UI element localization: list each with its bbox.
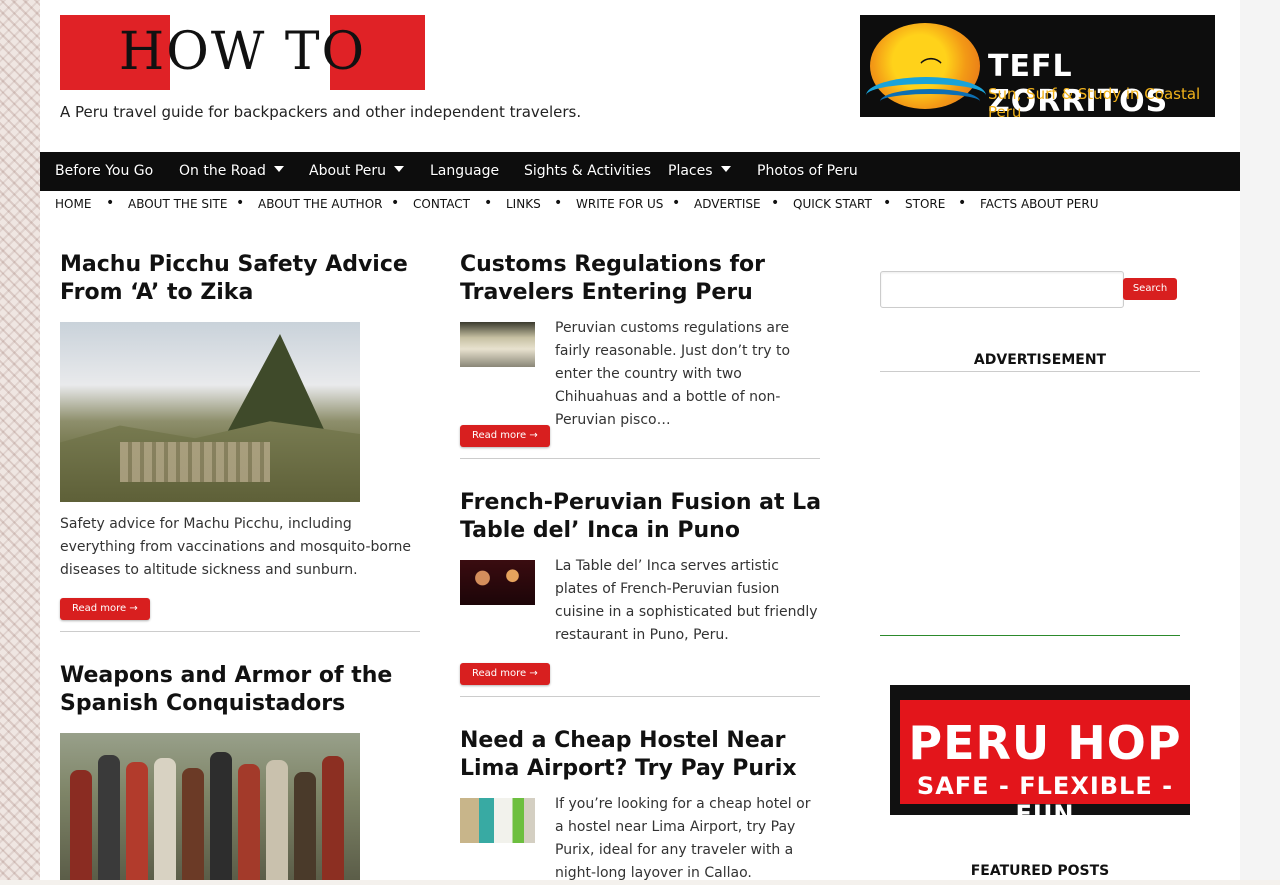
peru-hop-subtitle: SAFE - FLEXIBLE - FUN [916, 772, 1174, 815]
main-navigation: Before You Go On the Road About Peru Lan… [40, 152, 1240, 191]
secondary-navigation: HOME • ABOUT THE SITE • ABOUT THE AUTHOR… [55, 195, 1099, 211]
subnav-facts-about-peru[interactable]: FACTS ABOUT PERU [980, 197, 1098, 211]
nav-before-you-go[interactable]: Before You Go [55, 152, 153, 191]
chevron-down-icon [720, 166, 731, 172]
airport-thumbnail[interactable] [460, 322, 535, 367]
advertisement-heading: ADVERTISEMENT [973, 352, 1107, 368]
read-more-button[interactable]: Read more → [460, 425, 550, 447]
subnav-home[interactable]: HOME [55, 197, 91, 211]
search-input[interactable] [880, 271, 1124, 308]
subnav-write-for-us[interactable]: WRITE FOR US [576, 197, 663, 211]
read-more-button[interactable]: Read more → [60, 598, 150, 620]
subnav-quick-start[interactable]: QUICK START [793, 197, 872, 211]
post-title[interactable]: Need a Cheap Hostel Near Lima Airport? T… [460, 727, 840, 783]
restaurant-thumbnail[interactable] [460, 560, 535, 605]
subnav-about-the-site[interactable]: ABOUT THE SITE [128, 197, 227, 211]
post-excerpt: Safety advice for Machu Picchu, includin… [60, 516, 411, 578]
peru-hop-ad[interactable]: PERU HOP SAFE - FLEXIBLE - FUN [890, 685, 1190, 815]
nav-sights-activities[interactable]: Sights & Activities [524, 152, 651, 191]
read-more-button[interactable]: Read more → [460, 663, 550, 685]
post-title[interactable]: Customs Regulations for Travelers Enteri… [460, 251, 840, 307]
post-title[interactable]: Machu Picchu Safety Advice From ‘A’ to Z… [60, 251, 430, 307]
chevron-down-icon [394, 166, 405, 172]
post-excerpt: Peruvian customs regulations are fairly … [555, 320, 791, 428]
subnav-advertise[interactable]: ADVERTISE [694, 197, 761, 211]
hostel-thumbnail[interactable] [460, 798, 535, 843]
subnav-contact[interactable]: CONTACT [413, 197, 470, 211]
subnav-links[interactable]: LINKS [506, 197, 541, 211]
tefl-zorritos-ad[interactable]: ︵ TEFL ZORRITOS Sun, Surf & Study in Coa… [860, 15, 1215, 117]
nav-about-peru[interactable]: About Peru [309, 152, 405, 191]
site-tagline: A Peru travel guide for backpackers and … [60, 103, 582, 121]
left-decorative-pattern [0, 0, 40, 880]
post-title[interactable]: French-Peruvian Fusion at La Table del’ … [460, 489, 840, 545]
search-button[interactable]: Search [1123, 278, 1177, 300]
post-title[interactable]: Weapons and Armor of the Spanish Conquis… [60, 662, 430, 718]
site-logo[interactable]: HOW TO PERU [60, 15, 425, 90]
chevron-down-icon [273, 166, 284, 172]
subnav-store[interactable]: STORE [905, 197, 945, 211]
nav-places[interactable]: Places [668, 152, 731, 191]
post-excerpt: La Table del’ Inca serves artistic plate… [555, 558, 818, 643]
nav-photos-of-peru[interactable]: Photos of Peru [757, 152, 858, 191]
nav-language[interactable]: Language [430, 152, 499, 191]
post-excerpt: If you’re looking for a cheap hotel or a… [555, 796, 811, 881]
subnav-about-the-author[interactable]: ABOUT THE AUTHOR [258, 197, 382, 211]
machu-picchu-image[interactable] [60, 322, 360, 502]
nav-on-the-road[interactable]: On the Road [179, 152, 284, 191]
site-logo-text: HOW TO PERU [118, 22, 367, 82]
right-background [1240, 0, 1280, 880]
page: HOW TO PERU A Peru travel guide for back… [40, 0, 1240, 881]
bird-icon: ︵ [920, 43, 943, 68]
conquistadors-painting-image[interactable] [60, 733, 360, 880]
peru-hop-title: PERU HOP [908, 716, 1182, 770]
ad-subtitle: Sun, Surf & Study in Coastal Peru [988, 85, 1201, 117]
featured-posts-heading: FEATURED POSTS [970, 863, 1110, 879]
